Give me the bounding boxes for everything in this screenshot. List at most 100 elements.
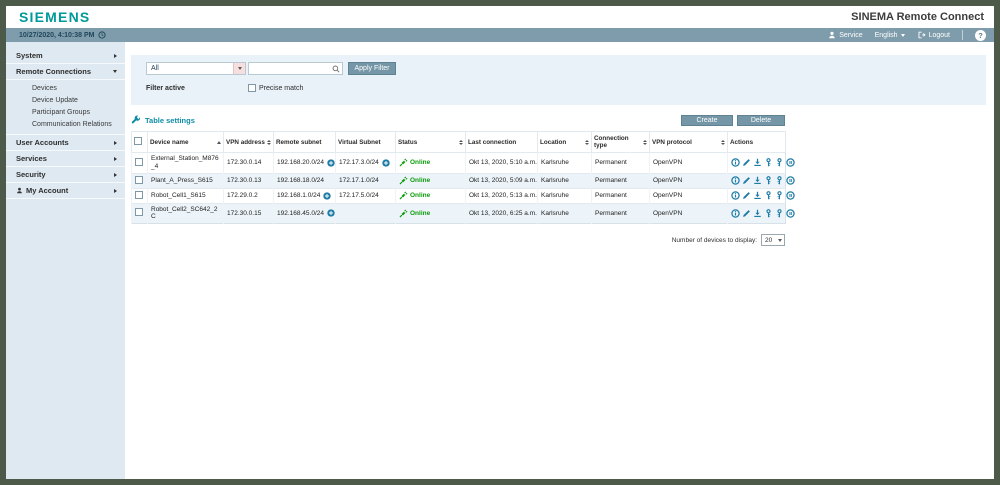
main-content: All Apply Filter Filter active Precise m… [125,42,994,479]
key-icon[interactable] [764,158,773,167]
pause-circle-icon[interactable] [786,209,795,218]
help-button[interactable]: ? [975,30,986,41]
sidebar-item-my-account[interactable]: My Account [6,183,125,199]
column-header-last-connection[interactable]: Last connection [466,132,538,153]
edit-icon[interactable] [742,191,751,200]
logout-button[interactable]: Logout [917,31,950,39]
table-row: External_Station_M876_4 172.30.0.14 192.… [132,153,786,174]
service-button[interactable]: Service [828,31,862,39]
plus-circle-icon[interactable] [327,209,335,217]
location: Karlsruhe [538,153,592,174]
info-icon[interactable] [731,191,740,200]
sidebar-item-participant-groups[interactable]: Participant Groups [6,106,125,118]
devices-display-label: Number of devices to display: [672,237,757,244]
last-connection: Okt 13, 2020, 5:09 a.m. [466,173,538,188]
download-icon[interactable] [753,191,762,200]
download-icon[interactable] [753,158,762,167]
topbar-divider [962,30,963,40]
plus-circle-icon[interactable] [327,159,335,167]
row-checkbox[interactable] [135,191,143,199]
column-header-remote-subnet[interactable]: Remote subnet [274,132,336,153]
row-checkbox[interactable] [135,176,143,184]
pause-circle-icon[interactable] [786,191,795,200]
remote-connections-submenu: Devices Device Update Participant Groups… [6,80,125,135]
plus-circle-icon[interactable] [382,159,390,167]
vpn-protocol: OpenVPN [650,203,728,224]
download-icon[interactable] [753,209,762,218]
vpn-protocol: OpenVPN [650,153,728,174]
sidebar-item-services[interactable]: Services [6,151,125,167]
filter-category-select[interactable]: All [146,62,246,75]
column-header-device-name[interactable]: Device name [148,132,224,153]
remote-subnet: 192.168.45.0/24 [277,210,324,217]
column-header-status[interactable]: Status [396,132,466,153]
virtual-subnet: 172.17.3.0/24 [339,159,379,166]
last-connection: Okt 13, 2020, 6:25 a.m. [466,203,538,224]
chevron-right-icon [114,54,117,58]
vpn-address: 172.30.0.15 [224,203,274,224]
user-icon [16,187,23,194]
column-header-virtual-subnet[interactable]: Virtual Subnet [336,132,396,153]
column-header-connection-type[interactable]: Connection type [592,132,650,153]
certificate-key-icon[interactable] [775,176,784,185]
language-selector[interactable]: English [875,32,905,39]
sidebar-item-remote-connections[interactable]: Remote Connections [6,64,125,80]
download-icon[interactable] [753,176,762,185]
select-all-checkbox[interactable] [134,137,142,145]
devices-per-page-value: 20 [765,237,772,244]
vpn-protocol: OpenVPN [650,188,728,203]
sidebar-item-security[interactable]: Security [6,167,125,183]
desktop-frame: SIEMENS SINEMA Remote Connect 10/27/2020… [0,0,1000,485]
apply-filter-button[interactable]: Apply Filter [348,62,396,75]
devices-per-page-select[interactable]: 20 [761,234,785,246]
key-icon[interactable] [764,209,773,218]
key-icon[interactable] [764,191,773,200]
sidebar-item-device-update[interactable]: Device Update [6,94,125,106]
create-button[interactable]: Create [681,115,733,126]
plus-circle-icon[interactable] [323,192,331,200]
certificate-key-icon[interactable] [775,158,784,167]
delete-button[interactable]: Delete [737,115,785,126]
logout-label: Logout [929,32,950,39]
row-checkbox[interactable] [135,158,143,166]
info-icon[interactable] [731,209,740,218]
pause-circle-icon[interactable] [786,176,795,185]
precise-match-checkbox[interactable] [248,84,256,92]
table-settings-label: Table settings [145,116,195,125]
search-icon [332,65,342,73]
certificate-key-icon[interactable] [775,191,784,200]
table-row: Robot_Cell1_S615 172.29.0.2 192.168.1.0/… [132,188,786,203]
pause-circle-icon[interactable] [786,158,795,167]
location: Karlsruhe [538,173,592,188]
chevron-down-icon [113,70,117,73]
column-header-actions: Actions [728,132,786,153]
edit-icon[interactable] [742,209,751,218]
sidebar-item-devices[interactable]: Devices [6,82,125,94]
edit-icon[interactable] [742,176,751,185]
connection-type: Permanent [592,173,650,188]
certificate-key-icon[interactable] [775,209,784,218]
column-header-location[interactable]: Location [538,132,592,153]
table-toolbar: Table settings Create Delete [131,113,785,127]
page-title: SINEMA Remote Connect [851,11,984,23]
plug-online-icon [399,191,408,200]
chevron-down-icon [901,34,905,37]
table-row: Plant_A_Press_S615 172.30.0.13 192.168.1… [132,173,786,188]
sidebar-item-communication-relations[interactable]: Communication Relations [6,118,125,130]
info-icon[interactable] [731,158,740,167]
sort-icon [643,140,647,145]
sidebar-item-user-accounts[interactable]: User Accounts [6,135,125,151]
table-settings-link[interactable]: Table settings [131,115,195,125]
column-header-vpn-address[interactable]: VPN address [224,132,274,153]
virtual-subnet: 172.17.1.0/24 [339,177,379,184]
search-input[interactable] [249,63,332,74]
connection-type: Permanent [592,188,650,203]
info-icon[interactable] [731,176,740,185]
remote-subnet: 192.168.20.0/24 [277,159,324,166]
datetime-area: 10/27/2020, 4:10:38 PM [19,31,106,39]
row-checkbox[interactable] [135,208,143,216]
column-header-vpn-protocol[interactable]: VPN protocol [650,132,728,153]
key-icon[interactable] [764,176,773,185]
edit-icon[interactable] [742,158,751,167]
sidebar-item-system[interactable]: System [6,48,125,64]
